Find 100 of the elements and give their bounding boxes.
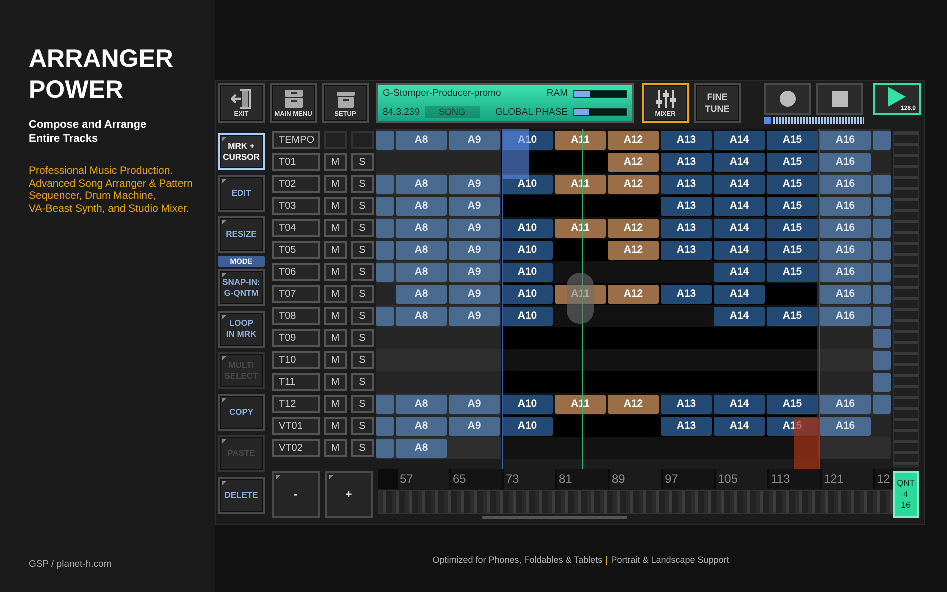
mute-button[interactable]: M — [324, 395, 347, 413]
clip[interactable]: A12 — [608, 394, 659, 414]
stop-button[interactable] — [816, 83, 863, 115]
clip[interactable]: A16 — [820, 262, 871, 282]
track-button[interactable]: T10 — [272, 351, 320, 369]
clip[interactable]: A13 — [661, 196, 712, 216]
timeline-scroller[interactable] — [378, 490, 893, 514]
solo-button[interactable]: S — [351, 153, 374, 171]
track-button[interactable]: T09 — [272, 329, 320, 347]
mode-button[interactable]: MRK + CURSOR — [218, 133, 265, 170]
clip[interactable]: A16 — [820, 218, 871, 238]
track-button[interactable]: T02 — [272, 175, 320, 193]
clip[interactable]: A13 — [661, 152, 712, 172]
clip[interactable]: A9 — [449, 196, 500, 216]
clip[interactable]: A13 — [661, 284, 712, 304]
clip[interactable]: A12 — [608, 174, 659, 194]
clip[interactable]: A16 — [820, 240, 871, 260]
clip[interactable]: A12 — [608, 218, 659, 238]
scrollbar-thumb[interactable] — [482, 516, 627, 519]
record-button[interactable] — [764, 83, 811, 115]
track-button[interactable]: T05 — [272, 241, 320, 259]
clip[interactable]: A10 — [502, 218, 553, 238]
solo-button[interactable]: S — [351, 285, 374, 303]
track-button[interactable]: VT01 — [272, 417, 320, 435]
clip[interactable] — [376, 416, 394, 436]
clip[interactable]: A14 — [714, 130, 765, 150]
clip[interactable]: A8 — [396, 218, 447, 238]
clip[interactable]: A9 — [449, 130, 500, 150]
clip[interactable]: A12 — [608, 284, 659, 304]
clip[interactable]: A9 — [449, 416, 500, 436]
solo-button[interactable]: S — [351, 307, 374, 325]
mode-button[interactable]: RESIZE — [218, 216, 265, 253]
solo-button[interactable]: S — [351, 417, 374, 435]
clip[interactable]: A8 — [396, 284, 447, 304]
clip[interactable] — [873, 284, 891, 304]
clip[interactable]: A16 — [820, 152, 871, 172]
mute-button[interactable]: M — [324, 285, 347, 303]
clip[interactable] — [376, 218, 394, 238]
clip[interactable]: A15 — [767, 394, 818, 414]
clip[interactable]: A10 — [502, 174, 553, 194]
track-button[interactable]: T07 — [272, 285, 320, 303]
clip[interactable]: A9 — [449, 262, 500, 282]
clip[interactable]: A10 — [502, 394, 553, 414]
clip[interactable]: A13 — [661, 218, 712, 238]
mute-button[interactable]: M — [324, 307, 347, 325]
clip[interactable]: A12 — [608, 130, 659, 150]
clip[interactable]: A15 — [767, 240, 818, 260]
solo-button[interactable]: S — [351, 351, 374, 369]
mute-button[interactable]: M — [324, 373, 347, 391]
clip[interactable]: A12 — [608, 240, 659, 260]
clip[interactable]: A14 — [714, 394, 765, 414]
track-button[interactable]: T06 — [272, 263, 320, 281]
clip[interactable]: A16 — [820, 130, 871, 150]
clip[interactable]: A14 — [714, 416, 765, 436]
solo-button[interactable]: S — [351, 197, 374, 215]
clip[interactable]: A16 — [820, 394, 871, 414]
clip[interactable]: A10 — [502, 284, 553, 304]
mode-button[interactable]: SNAP-IN: G-QNTM — [218, 269, 265, 306]
clip[interactable]: A16 — [820, 416, 871, 436]
clip[interactable]: A8 — [396, 262, 447, 282]
clip[interactable]: A8 — [396, 130, 447, 150]
clip[interactable] — [376, 438, 394, 458]
clip[interactable] — [873, 218, 891, 238]
zoom-button[interactable]: - — [272, 471, 320, 518]
mute-button[interactable]: M — [324, 219, 347, 237]
mode-button[interactable]: EDIT — [218, 174, 265, 212]
mute-button[interactable]: M — [324, 241, 347, 259]
track-button[interactable]: T04 — [272, 219, 320, 237]
clip[interactable]: A14 — [714, 240, 765, 260]
clip[interactable] — [873, 174, 891, 194]
clip[interactable]: A14 — [714, 284, 765, 304]
solo-button[interactable]: S — [351, 241, 374, 259]
clip[interactable]: A9 — [449, 174, 500, 194]
clip[interactable]: A9 — [449, 284, 500, 304]
quantize-button[interactable]: QNT 4 16 — [893, 471, 919, 518]
clip[interactable]: A10 — [502, 240, 553, 260]
mute-button[interactable]: M — [324, 417, 347, 435]
solo-button[interactable]: S — [351, 373, 374, 391]
track-button[interactable]: T03 — [272, 197, 320, 215]
clip[interactable] — [873, 130, 891, 150]
clip[interactable] — [376, 196, 394, 216]
clip[interactable] — [873, 372, 891, 392]
clip[interactable] — [873, 262, 891, 282]
clip[interactable]: A9 — [449, 306, 500, 326]
mute-button[interactable]: M — [324, 329, 347, 347]
track-button[interactable]: VT02 — [272, 439, 320, 457]
clip[interactable]: A8 — [396, 174, 447, 194]
clip[interactable] — [376, 130, 394, 150]
mode-button[interactable]: COPY — [218, 394, 265, 430]
clip[interactable]: A14 — [714, 152, 765, 172]
track-button[interactable]: TEMPO — [272, 131, 320, 149]
clip[interactable] — [873, 394, 891, 414]
clip[interactable]: A14 — [714, 262, 765, 282]
clip[interactable] — [873, 306, 891, 326]
mute-button[interactable]: M — [324, 197, 347, 215]
clip[interactable]: A13 — [661, 174, 712, 194]
clip[interactable]: A16 — [820, 284, 871, 304]
clip[interactable] — [873, 350, 891, 370]
fine-tune-button[interactable]: FINE TUNE — [694, 83, 741, 123]
clip[interactable]: A15 — [767, 218, 818, 238]
